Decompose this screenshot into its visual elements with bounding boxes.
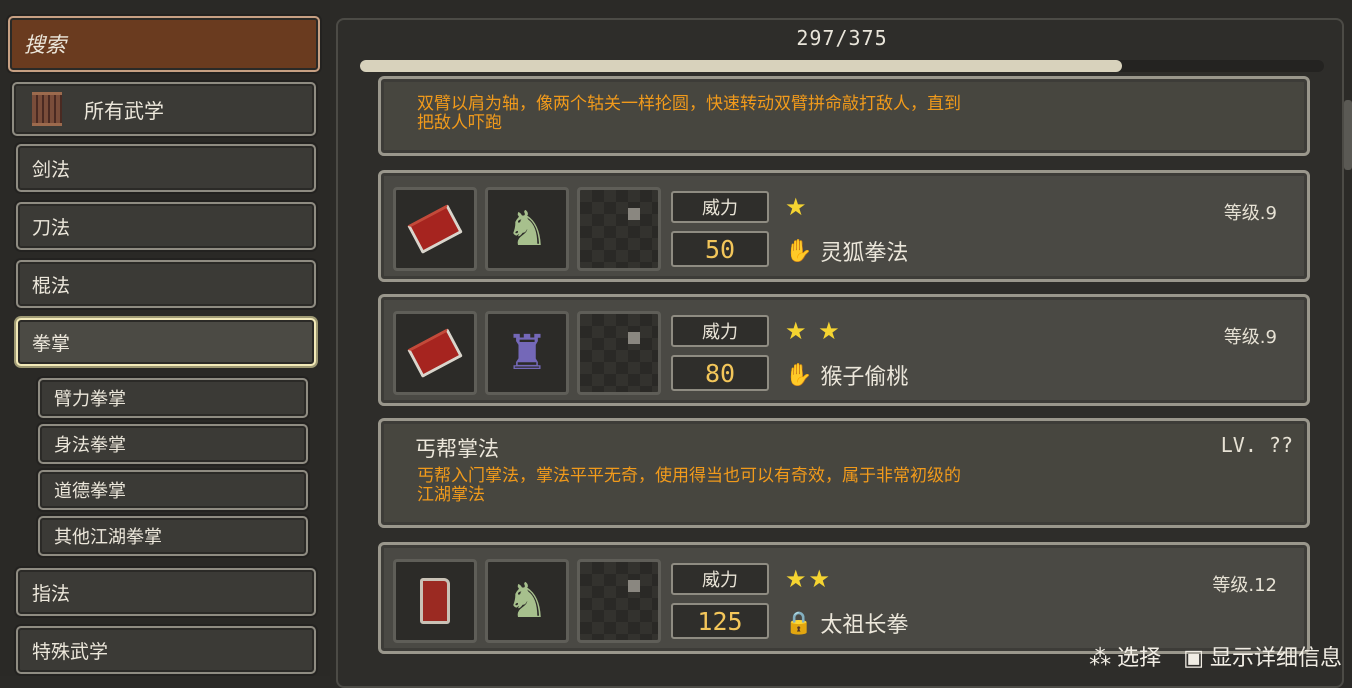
subcategory-morality[interactable]: 道德拳掌 <box>38 470 308 510</box>
empty-slot <box>577 559 661 643</box>
lock-icon: 🔒 <box>785 610 813 636</box>
category-label: 剑法 <box>32 158 71 181</box>
category-label: 特殊武学 <box>32 640 109 663</box>
skill-name: ✋ 灵狐拳法 <box>785 235 908 267</box>
category-staff[interactable]: 棍法 <box>16 260 316 308</box>
trigger-button-icon: ▣ <box>1183 646 1204 671</box>
skill-name: 🔒 太祖长拳 <box>785 607 908 639</box>
skill-name-text: 猴子偷桃 <box>820 365 909 390</box>
skill-grade: 等级.9 <box>1223 327 1277 348</box>
list-scrollbar[interactable] <box>1344 100 1352 170</box>
category-label: 棍法 <box>32 274 71 297</box>
subcategory-agility[interactable]: 身法拳掌 <box>38 424 308 464</box>
star-rating: ★ ★ <box>785 317 842 345</box>
skill-name-text: 灵狐拳法 <box>820 241 909 266</box>
empty-slot <box>577 187 661 271</box>
skill-counter: 297/375 <box>796 26 888 50</box>
skill-card[interactable]: ♞ 威力 50 ★ ✋ 灵狐拳法 等级.9 <box>378 170 1310 282</box>
gamepad-buttons-icon: ⁂ <box>1089 646 1112 671</box>
skill-grade: 等级.12 <box>1212 575 1277 596</box>
skill-book-slot <box>393 187 477 271</box>
all-skills-label: 所有武学 <box>84 98 164 123</box>
power-value: 50 <box>671 231 769 267</box>
skill-name: ✋ 猴子偷桃 <box>785 359 908 391</box>
star-rating: ★★ <box>785 565 833 593</box>
skill-book-slot <box>393 559 477 643</box>
fighter-icon: ♜ <box>505 325 549 381</box>
book-icon <box>407 204 463 254</box>
detail-hint-label: 显示详细信息 <box>1209 646 1342 671</box>
scroll-icon <box>32 92 62 126</box>
skill-name-text: 太祖长拳 <box>820 613 909 638</box>
detail-hint[interactable]: ▣ 显示详细信息 <box>1183 640 1342 672</box>
book-icon <box>420 578 450 624</box>
palm-icon: ✋ <box>785 238 813 264</box>
category-sword[interactable]: 剑法 <box>16 144 316 192</box>
category-fist-palm[interactable]: 拳掌 <box>16 318 316 366</box>
collection-progress-fill <box>360 60 1122 72</box>
power-label: 威力 <box>671 563 769 595</box>
all-skills-button[interactable]: 所有武学 <box>12 82 316 136</box>
subcategory-strength[interactable]: 臂力拳掌 <box>38 378 308 418</box>
description-line: 丐帮入门掌法，掌法平平无奇，使用得当也可以有奇效，属于非常初级的 <box>417 466 961 486</box>
power-label: 威力 <box>671 315 769 347</box>
search-button[interactable]: 搜索 <box>8 16 320 72</box>
subcategory-other[interactable]: 其他江湖拳掌 <box>38 516 308 556</box>
star-rating: ★ <box>785 193 809 221</box>
category-label: 指法 <box>32 582 71 605</box>
fighter-icon: ♞ <box>505 201 549 257</box>
subcategory-label: 身法拳掌 <box>54 435 126 456</box>
skill-info-card: 丐帮掌法 LV. ?? 丐帮入门掌法，掌法平平无奇，使用得当也可以有奇效，属于非… <box>378 418 1310 528</box>
skill-grade: 等级.9 <box>1223 203 1277 224</box>
category-special[interactable]: 特殊武学 <box>16 626 316 674</box>
skill-description-card: 双臂以肩为轴，像两个轱关一样抡圆，快速转动双臂拼命敲打敌人，直到 把敌人吓跑 <box>378 76 1310 156</box>
empty-slot <box>577 311 661 395</box>
category-label: 拳掌 <box>32 332 71 355</box>
subcategory-label: 臂力拳掌 <box>54 389 126 410</box>
info-title: 丐帮掌法 <box>415 437 499 461</box>
select-hint-label: 选择 <box>1117 646 1162 671</box>
skill-type-slot: ♞ <box>485 187 569 271</box>
search-label: 搜索 <box>24 33 66 57</box>
category-sidebar: 搜索 所有武学 剑法 刀法 棍法 拳掌 臂力拳掌 身法拳掌 道德拳掌 其他江湖拳… <box>0 0 330 676</box>
slot-marker-icon <box>628 208 640 220</box>
description-line: 江湖掌法 <box>417 485 485 505</box>
slot-marker-icon <box>628 580 640 592</box>
category-label: 刀法 <box>32 216 71 239</box>
power-label: 威力 <box>671 191 769 223</box>
control-hints: ⁂ 选择 ▣ 显示详细信息 <box>1089 640 1342 672</box>
category-blade[interactable]: 刀法 <box>16 202 316 250</box>
subcategory-label: 道德拳掌 <box>54 481 126 502</box>
power-value: 80 <box>671 355 769 391</box>
skill-type-slot: ♞ <box>485 559 569 643</box>
fighter-icon: ♞ <box>505 573 549 629</box>
skill-card[interactable]: ♞ 威力 125 ★★ 🔒 太祖长拳 等级.12 <box>378 542 1310 654</box>
description-line: 把敌人吓跑 <box>417 113 502 133</box>
slot-marker-icon <box>628 332 640 344</box>
info-level: LV. ?? <box>1220 433 1293 457</box>
skill-book-slot <box>393 311 477 395</box>
select-hint[interactable]: ⁂ 选择 <box>1089 640 1161 672</box>
category-finger[interactable]: 指法 <box>16 568 316 616</box>
skill-card[interactable]: ♜ 威力 80 ★ ★ ✋ 猴子偷桃 等级.9 <box>378 294 1310 406</box>
book-icon <box>407 328 463 378</box>
skill-type-slot: ♜ <box>485 311 569 395</box>
subcategory-label: 其他江湖拳掌 <box>54 527 162 548</box>
description-line: 双臂以肩为轴，像两个轱关一样抡圆，快速转动双臂拼命敲打敌人，直到 <box>417 94 961 114</box>
palm-icon: ✋ <box>785 362 813 388</box>
collection-progress-bar <box>360 60 1324 72</box>
power-value: 125 <box>671 603 769 639</box>
